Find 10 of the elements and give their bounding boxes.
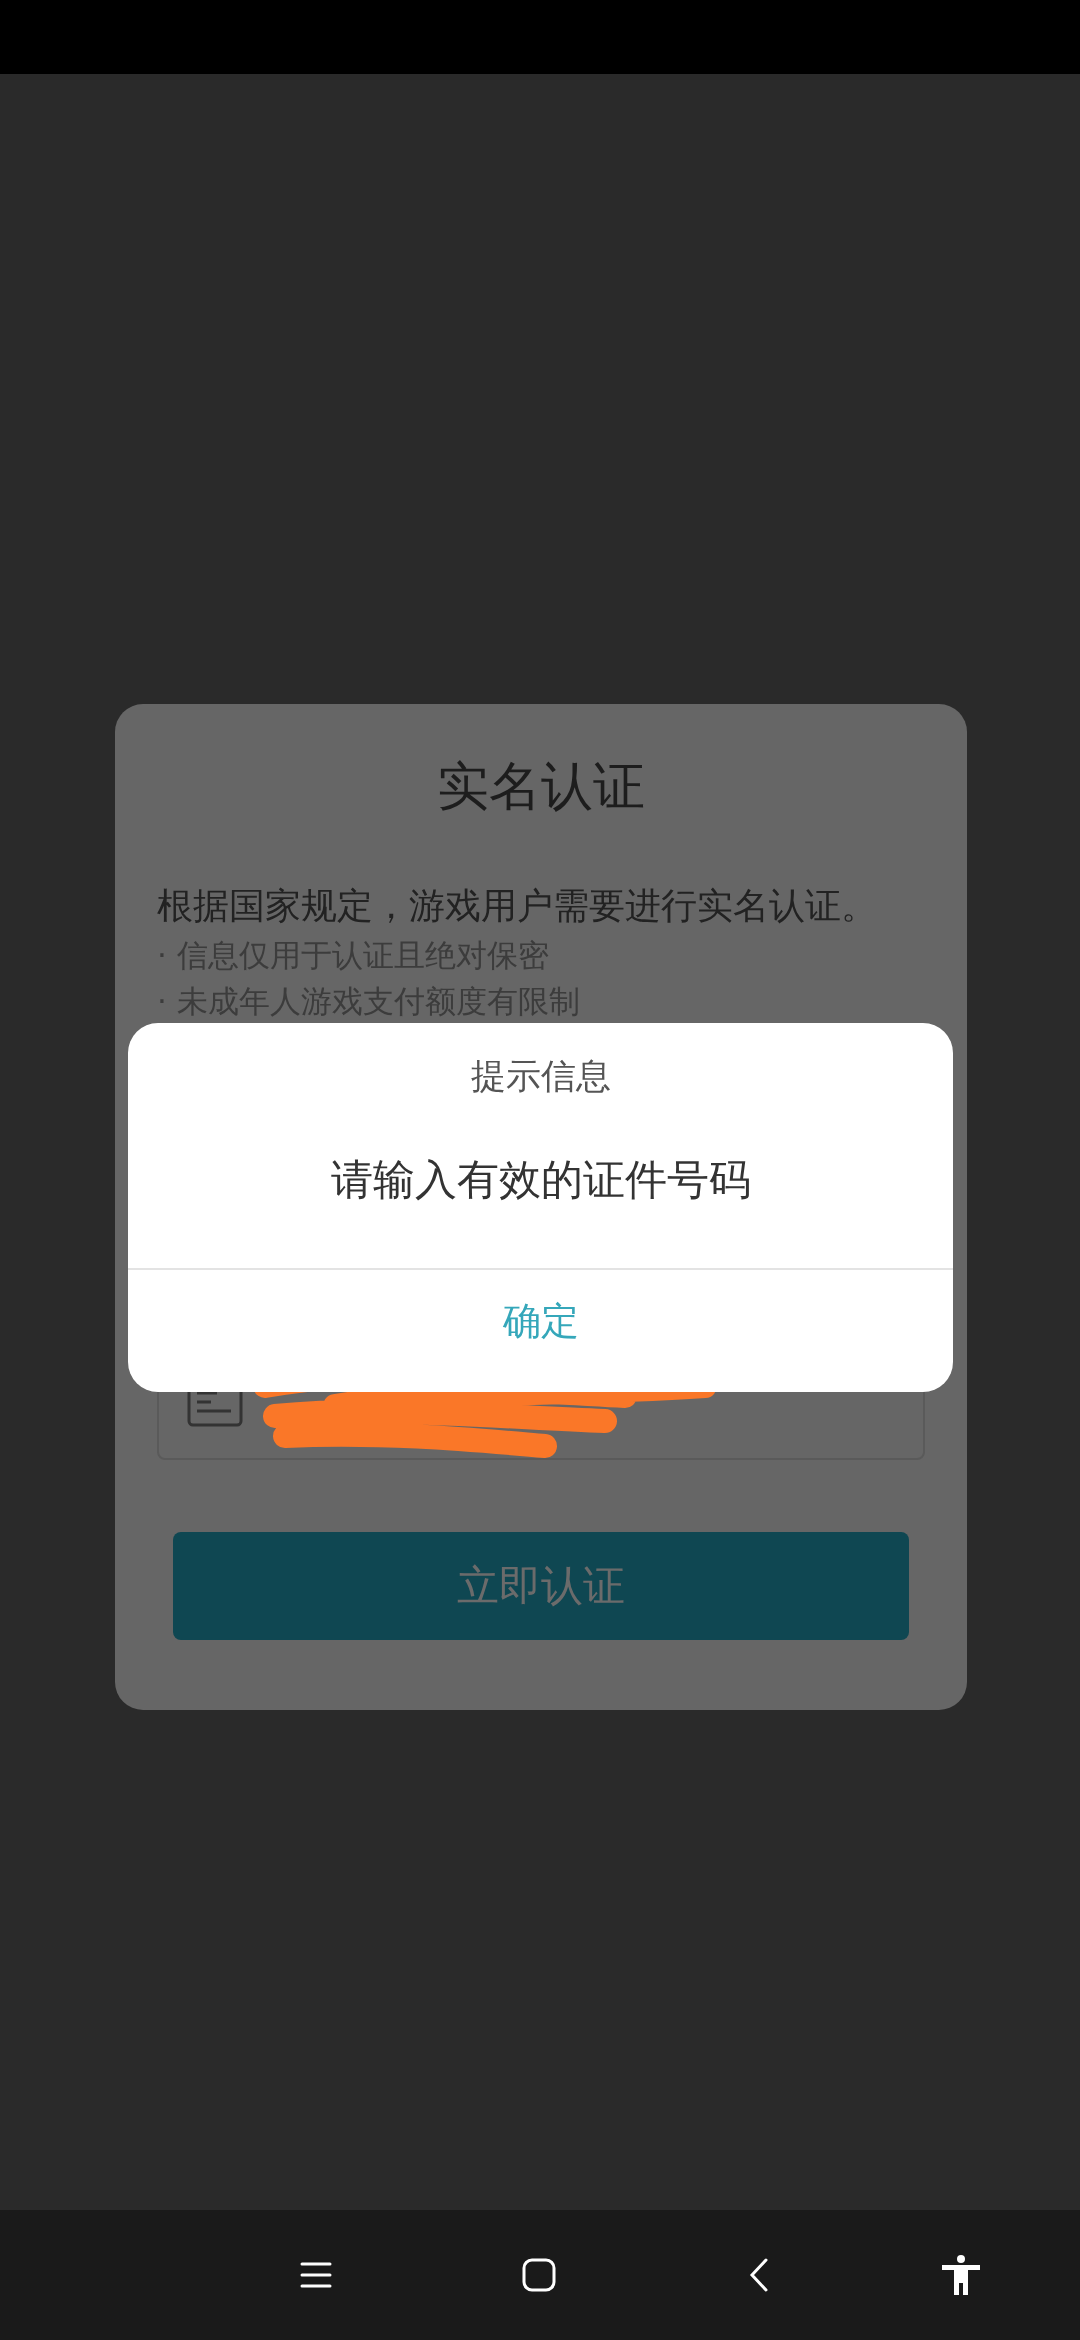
alert-message: 请输入有效的证件号码	[330, 1154, 751, 1206]
confirm-button[interactable]: 确定	[482, 1292, 599, 1351]
submit-button[interactable]: 立即认证	[173, 1532, 909, 1640]
back-icon[interactable]	[749, 2258, 769, 2292]
home-icon[interactable]	[522, 2258, 556, 2292]
description-text: 根据国家规定，游戏用户需要进行实名认证。	[157, 884, 878, 928]
alert-title: 提示信息	[470, 1055, 611, 1098]
recents-icon[interactable]	[300, 2261, 332, 2289]
accessibility-icon[interactable]	[942, 2255, 980, 2295]
dialog-title: 实名认证	[437, 755, 645, 818]
